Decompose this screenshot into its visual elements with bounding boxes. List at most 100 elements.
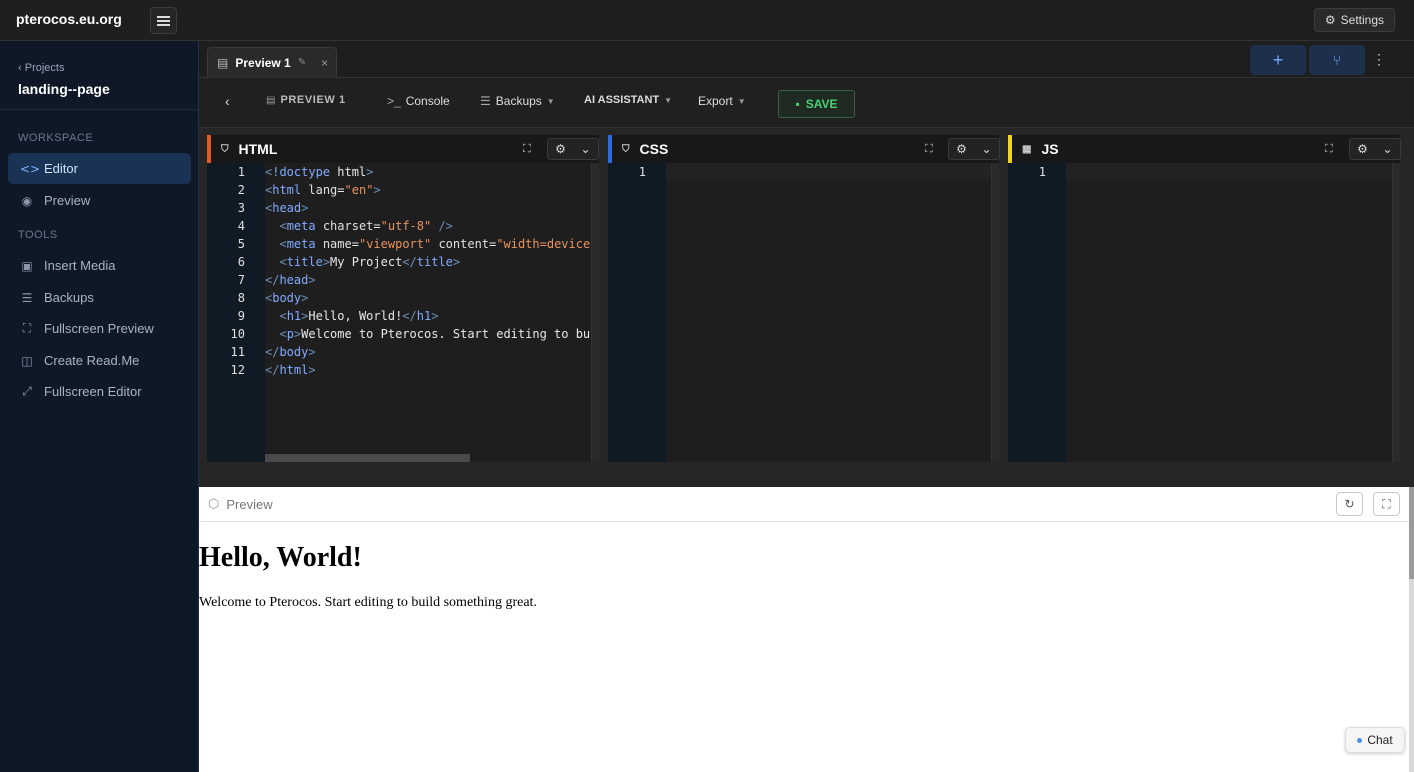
preview-title: Preview bbox=[226, 496, 273, 512]
preview-heading: Hello, World! bbox=[199, 542, 362, 573]
fullscreen-icon[interactable]: ⛶ bbox=[925, 143, 933, 156]
sidebar-item-fullscreen-editor[interactable]: ⤢ Fullscreen Editor bbox=[8, 376, 191, 407]
sidebar-item-backups[interactable]: ☰ Backups bbox=[8, 282, 191, 313]
code-line[interactable]: <body> bbox=[265, 291, 308, 305]
save-button[interactable]: ▪ SAVE bbox=[778, 90, 855, 118]
section-tools: TOOLS bbox=[18, 229, 58, 241]
gear-icon: ⚙ bbox=[1357, 142, 1368, 156]
preview-frame[interactable]: Hello, World! Welcome to Pterocos. Start… bbox=[199, 522, 1409, 772]
more-icon[interactable]: ⋮ bbox=[1372, 51, 1386, 68]
sidebar-item-label: Fullscreen Preview bbox=[44, 321, 154, 336]
cube-icon: ⬡ bbox=[208, 496, 220, 511]
preview-header: ⬡ Preview ↻ ⛶ bbox=[199, 487, 1409, 522]
code-line[interactable]: <h1>Hello, World!</h1> bbox=[265, 309, 438, 323]
chat-label: Chat bbox=[1367, 733, 1393, 747]
code-line[interactable]: <head> bbox=[265, 201, 308, 215]
vertical-scrollbar[interactable] bbox=[1392, 163, 1400, 462]
scrollbar-thumb[interactable] bbox=[1409, 487, 1414, 579]
code-line[interactable]: </html> bbox=[265, 363, 316, 377]
file-icon: ▤ bbox=[217, 55, 229, 70]
gear-icon: ⚙ bbox=[956, 142, 967, 156]
editor-toolbar: ‹ ▤ PREVIEW 1 >_ Console ☰ Backups ▼ AI … bbox=[199, 79, 1414, 128]
code-icon: <> bbox=[20, 161, 41, 176]
chat-button[interactable]: Chat bbox=[1345, 727, 1405, 753]
preview-scrollbar[interactable] bbox=[1409, 487, 1414, 772]
brand[interactable]: <> pterocos.eu.org bbox=[16, 11, 122, 55]
pane-header: ▦ JS ⛶ ⚙ ⌄ bbox=[1008, 135, 1401, 163]
breadcrumb[interactable]: ‹ Projects bbox=[18, 62, 64, 74]
breadcrumb-projects: Projects bbox=[24, 62, 65, 74]
tab-preview-1[interactable]: ▤ Preview 1 ✎ × bbox=[207, 47, 337, 77]
database-icon: ☰ bbox=[480, 94, 491, 108]
back-button[interactable]: ‹ bbox=[225, 93, 230, 109]
divider bbox=[0, 109, 198, 110]
chevron-down-icon: ▼ bbox=[737, 96, 746, 106]
pane-settings-button[interactable]: ⚙ ⌄ bbox=[1349, 138, 1401, 160]
css-editor-pane: ⛉ CSS ⛶ ⚙ ⌄ 1 bbox=[608, 135, 1000, 462]
fullscreen-icon: ⛶ bbox=[1382, 496, 1391, 511]
export-label: Export bbox=[698, 94, 733, 108]
sidebar-item-fullscreen-preview[interactable]: ⛶ Fullscreen Preview bbox=[8, 313, 191, 344]
book-icon: ◫ bbox=[21, 353, 33, 368]
css-icon: ⛉ bbox=[622, 143, 630, 155]
settings-button[interactable]: ⚙ Settings bbox=[1313, 8, 1395, 32]
pane-title: CSS bbox=[639, 141, 669, 157]
pane-title: HTML bbox=[238, 141, 278, 157]
sidebar-item-preview[interactable]: ◉ Preview bbox=[8, 185, 191, 216]
sidebar-item-label: Create Read.Me bbox=[44, 353, 140, 368]
sidebar-item-label: Insert Media bbox=[44, 258, 116, 273]
code-line[interactable]: </body> bbox=[265, 345, 316, 359]
floppy-icon: ▪ bbox=[795, 97, 800, 111]
code-line[interactable]: <title>My Project</title> bbox=[265, 255, 460, 269]
menu-toggle-button[interactable] bbox=[150, 7, 177, 34]
sidebar-item-insert-media[interactable]: ▣ Insert Media bbox=[8, 250, 191, 281]
console-button[interactable]: >_ Console bbox=[387, 94, 450, 108]
code-line[interactable]: </head> bbox=[265, 273, 316, 287]
sidebar-item-label: Editor bbox=[44, 161, 78, 176]
preview-tab-label[interactable]: ▤ PREVIEW 1 bbox=[266, 94, 346, 106]
code-line[interactable]: <meta name="viewport" content="width=dev… bbox=[265, 237, 591, 251]
js-code-area[interactable] bbox=[1066, 163, 1392, 181]
vertical-scrollbar[interactable] bbox=[591, 163, 599, 462]
edit-icon[interactable]: ✎ bbox=[298, 57, 306, 68]
pane-title: JS bbox=[1041, 141, 1059, 157]
sidebar-item-create-readme[interactable]: ◫ Create Read.Me bbox=[8, 345, 191, 376]
fullscreen-preview-button[interactable]: ⛶ bbox=[1373, 492, 1400, 516]
preview-paragraph: Welcome to Pterocos. Start editing to bu… bbox=[199, 595, 537, 610]
ai-assistant-dropdown[interactable]: AI ASSISTANT ▼ bbox=[584, 94, 672, 106]
sidebar-item-editor[interactable]: <> Editor bbox=[8, 153, 191, 184]
branch-button[interactable]: ⑂ bbox=[1309, 45, 1365, 75]
html-icon: ⛉ bbox=[221, 143, 229, 155]
fullscreen-icon[interactable]: ⛶ bbox=[523, 143, 531, 156]
pane-settings-button[interactable]: ⚙ ⌄ bbox=[948, 138, 1000, 160]
database-icon: ☰ bbox=[21, 290, 33, 305]
terminal-icon: >_ bbox=[387, 94, 401, 108]
code-line[interactable]: <p>Welcome to Pterocos. Start editing to… bbox=[265, 327, 591, 341]
pane-settings-button[interactable]: ⚙ ⌄ bbox=[547, 138, 599, 160]
vertical-scrollbar[interactable] bbox=[991, 163, 999, 462]
brand-name: pterocos.eu.org bbox=[16, 11, 122, 27]
branch-icon: ⑂ bbox=[1332, 52, 1342, 68]
settings-label: Settings bbox=[1340, 13, 1384, 27]
code-line[interactable]: <!doctype html> bbox=[265, 165, 373, 179]
code-line[interactable]: <html lang="en"> bbox=[265, 183, 381, 197]
ai-label: AI ASSISTANT bbox=[584, 94, 660, 106]
chevron-left-icon: ‹ bbox=[225, 93, 230, 109]
backups-dropdown[interactable]: ☰ Backups ▼ bbox=[480, 94, 555, 108]
fullscreen-icon[interactable]: ⛶ bbox=[1325, 143, 1333, 156]
code-line[interactable]: <meta charset="utf-8" /> bbox=[265, 219, 452, 233]
expand-icon: ⛶ bbox=[22, 321, 32, 335]
refresh-button[interactable]: ↻ bbox=[1336, 492, 1363, 516]
chevron-down-icon: ▼ bbox=[664, 95, 673, 105]
horizontal-scrollbar[interactable] bbox=[265, 454, 470, 462]
status-dot-icon bbox=[1357, 737, 1363, 743]
close-icon[interactable]: × bbox=[321, 56, 328, 70]
export-dropdown[interactable]: Export ▼ bbox=[698, 94, 746, 108]
plus-icon: + bbox=[1272, 49, 1284, 70]
arrows-expand-icon: ⤢ bbox=[22, 384, 32, 398]
css-code-area[interactable] bbox=[666, 163, 991, 181]
line-gutter: 1 bbox=[608, 163, 666, 462]
add-tab-button[interactable]: + bbox=[1250, 45, 1306, 75]
html-code-area[interactable]: <!doctype html> <html lang="en"> <head> <m… bbox=[265, 163, 591, 462]
html-editor-pane: ⛉ HTML ⛶ ⚙ ⌄ 123 456 789 10 11 12 <!doctype … bbox=[207, 135, 599, 462]
